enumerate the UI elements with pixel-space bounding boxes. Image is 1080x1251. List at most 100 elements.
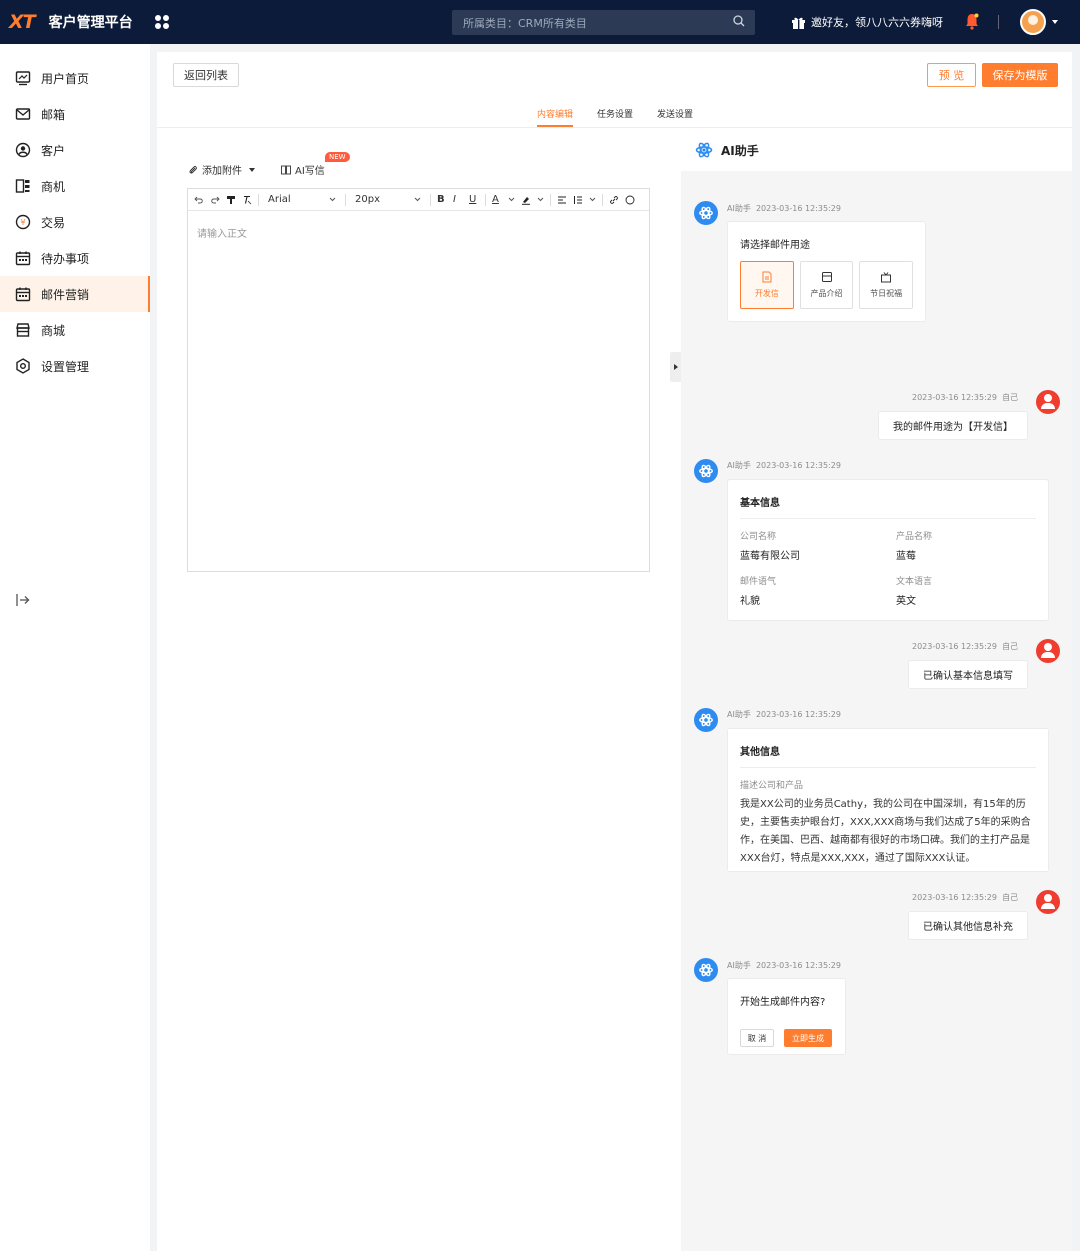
- editor-body-placeholder[interactable]: 请输入正文: [188, 211, 649, 254]
- align-left-icon[interactable]: [557, 195, 567, 205]
- purpose-option-label: 产品介绍: [810, 289, 843, 298]
- info-label: 产品名称: [896, 532, 933, 542]
- font-size-select[interactable]: 20px: [352, 194, 424, 205]
- reply-text: 已确认其他信息补充: [923, 922, 1013, 933]
- message-meta: 2023-03-16 12:35:29 自己: [912, 641, 1018, 652]
- opportunity-icon: [15, 179, 30, 193]
- undo-icon[interactable]: [194, 195, 204, 205]
- toolbar-separator: [430, 193, 431, 206]
- ai-assistant-icon: [699, 464, 713, 478]
- add-attachment-button[interactable]: 添加附件: [188, 162, 255, 177]
- user-reply-message: 已确认其他信息补充: [908, 911, 1028, 940]
- chevron-down-icon[interactable]: [537, 197, 544, 202]
- customer-icon: [15, 142, 31, 158]
- chevron-down-icon[interactable]: [589, 197, 596, 202]
- transaction-icon: ¥: [15, 214, 31, 230]
- chevron-down-icon[interactable]: [1052, 20, 1058, 24]
- sidebar-item-todo[interactable]: 待办事项: [0, 240, 150, 276]
- sidebar-item-transaction[interactable]: ¥ 交易: [0, 204, 150, 240]
- info-value: 礼貌: [740, 596, 760, 607]
- ai-write-button[interactable]: AI写信 NEW: [281, 152, 350, 177]
- italic-icon[interactable]: I: [453, 194, 463, 205]
- reply-text: 我的邮件用途为【开发信】: [893, 422, 1013, 433]
- toolbar-separator: [485, 193, 486, 206]
- back-to-list-button[interactable]: 返回列表: [173, 63, 239, 87]
- chevron-down-icon: [414, 197, 421, 202]
- calendar-icon: [15, 287, 31, 302]
- apps-icon[interactable]: [154, 15, 169, 29]
- preview-button[interactable]: 预 览: [927, 63, 976, 87]
- clear-format-icon[interactable]: [242, 195, 252, 205]
- generate-prompt: 开始生成邮件内容?: [740, 997, 826, 1008]
- underline-icon[interactable]: U: [469, 194, 479, 205]
- tab-task-settings[interactable]: 任务设置: [597, 107, 633, 127]
- tab-divider: [157, 127, 1072, 128]
- logo: XT: [9, 11, 36, 33]
- toolbar-separator: [258, 193, 259, 206]
- purpose-options: 开发信 产品介绍 节日祝福: [740, 261, 914, 309]
- generate-now-button[interactable]: 立即生成: [784, 1029, 832, 1047]
- sidebar-item-home[interactable]: 用户首页: [0, 60, 150, 96]
- sidebar-item-store[interactable]: 商城: [0, 312, 150, 348]
- ai-assistant-panel: AI助手 AI助手 2023-03-16 12:35:29 请选择邮件用途 开发…: [681, 129, 1072, 1251]
- collapse-sidebar-icon[interactable]: [15, 592, 31, 608]
- purpose-option-product-intro[interactable]: 产品介绍: [799, 261, 854, 309]
- format-painter-icon[interactable]: [226, 195, 236, 205]
- link-icon[interactable]: [609, 195, 619, 205]
- sender-name: 自己: [1002, 393, 1019, 402]
- user-avatar[interactable]: [1020, 9, 1046, 35]
- search-icon[interactable]: [733, 15, 745, 27]
- toolbar-separator: [602, 193, 603, 206]
- invite-friends-link[interactable]: 邀好友，领八八六六券嗨呀: [791, 14, 943, 30]
- line-height-icon[interactable]: [573, 195, 583, 205]
- generate-confirm-message: 开始生成邮件内容? 取 消 立即生成: [727, 978, 846, 1055]
- category-search-input[interactable]: 所属类目：CRM所有类目: [452, 10, 755, 35]
- toolbar-separator: [345, 193, 346, 206]
- settings-icon: [16, 358, 30, 374]
- font-color-icon[interactable]: A: [492, 194, 502, 205]
- tab-content-edit[interactable]: 内容编辑: [537, 107, 574, 127]
- cancel-button[interactable]: 取 消: [740, 1029, 774, 1047]
- sidebar-item-mailbox[interactable]: 邮箱: [0, 96, 150, 132]
- message-timestamp: 2023-03-16 12:35:29: [755, 461, 841, 470]
- sender-name: 自己: [1002, 893, 1019, 902]
- font-family-value: Arial: [268, 194, 291, 205]
- bell-icon[interactable]: [964, 12, 980, 30]
- message-meta: AI助手 2023-03-16 12:35:29: [727, 709, 841, 720]
- bold-icon[interactable]: B: [437, 194, 447, 205]
- purpose-option-dev-letter[interactable]: 开发信: [740, 261, 794, 309]
- redo-icon[interactable]: [210, 195, 220, 205]
- basic-info-title: 基本信息: [740, 498, 780, 509]
- info-field: 邮件语气 礼貌: [740, 574, 896, 607]
- section-divider: [740, 767, 1036, 768]
- sidebar-item-label: 设置管理: [41, 359, 90, 374]
- user-message-avatar: [1036, 390, 1060, 414]
- sidebar-item-customer[interactable]: 客户: [0, 132, 150, 168]
- section-divider: [740, 518, 1036, 519]
- font-family-select[interactable]: Arial: [265, 194, 339, 205]
- ai-assistant-icon: [699, 206, 713, 220]
- sidebar-item-opportunity[interactable]: 商机: [0, 168, 150, 204]
- ai-panel-header: AI助手: [681, 129, 1072, 171]
- chevron-down-icon[interactable]: [508, 197, 515, 202]
- sidebar-item-label: 交易: [41, 215, 66, 230]
- info-value: 蓝莓: [896, 551, 916, 562]
- sidebar-item-settings[interactable]: 设置管理: [0, 348, 150, 384]
- highlight-icon[interactable]: [521, 195, 531, 205]
- sender-name: AI助手: [727, 961, 751, 970]
- sidebar: 用户首页 邮箱 客户 商机 ¥ 交易 待办事项 邮件营销 商城 设置管理: [0, 44, 150, 1251]
- tab-bar: 内容编辑 任务设置 发送设置: [537, 107, 693, 127]
- emoji-icon[interactable]: [625, 195, 635, 205]
- sender-name: 自己: [1002, 642, 1019, 651]
- monitor-icon: [15, 71, 31, 86]
- message-meta: 2023-03-16 12:35:29 自己: [912, 892, 1018, 903]
- sidebar-item-label: 用户首页: [41, 71, 90, 86]
- sidebar-item-email-marketing[interactable]: 邮件营销: [0, 276, 150, 312]
- message-timestamp: 2023-03-16 12:35:29: [755, 204, 841, 213]
- tab-send-settings[interactable]: 发送设置: [657, 107, 693, 127]
- ai-assistant-icon: [699, 963, 713, 977]
- purpose-option-holiday-greeting[interactable]: 节日祝福: [859, 261, 914, 309]
- save-as-template-button[interactable]: 保存为模版: [982, 63, 1058, 87]
- top-bar: XT 客户管理平台 所属类目：CRM所有类目 邀好友，领八八六六券嗨呀: [0, 0, 1080, 44]
- message-timestamp: 2023-03-16 12:35:29: [755, 710, 841, 719]
